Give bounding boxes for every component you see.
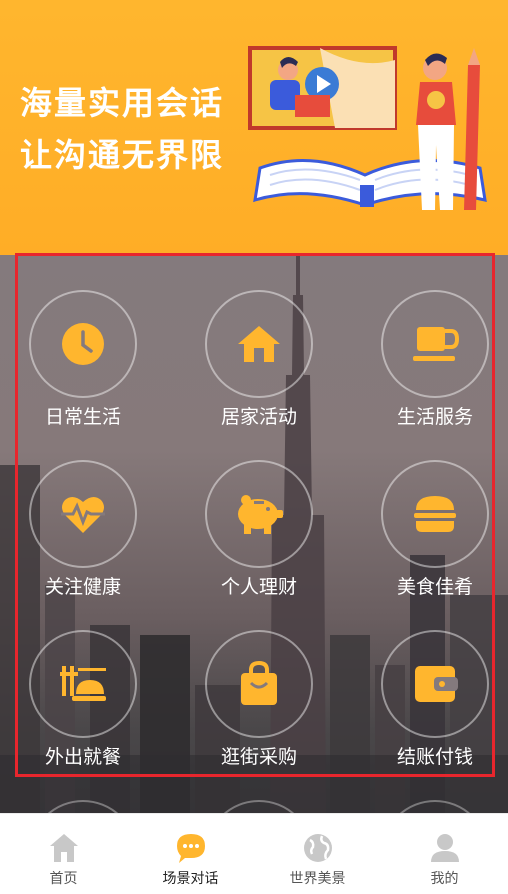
- grid-item-circle: [381, 460, 489, 568]
- wallet-icon: [415, 666, 458, 702]
- dining-icon: [60, 666, 106, 701]
- grid-item-life-services[interactable]: 生活服务: [360, 290, 508, 450]
- tab-world-scenery[interactable]: 世界美景: [254, 814, 381, 894]
- grid-item-circle: [381, 290, 489, 398]
- grid-item-label: 个人理财: [220, 576, 297, 598]
- grid-item-home-activities[interactable]: 居家活动: [184, 290, 334, 450]
- shopping-bag-icon: [241, 661, 277, 705]
- tab-mine[interactable]: 我的: [381, 814, 508, 894]
- banner-illustration: [248, 46, 487, 210]
- globe-icon: [304, 834, 332, 862]
- grid-item-food[interactable]: 美食佳肴: [360, 460, 508, 620]
- banner[interactable]: 海量实用会话 让沟通无界限: [0, 0, 508, 255]
- grid-item-label: 美食佳肴: [396, 576, 473, 598]
- grid-item-circle: [29, 460, 137, 568]
- burger-icon: [414, 496, 456, 532]
- grid-item-circle: [205, 290, 313, 398]
- grid-item-label: 生活服务: [396, 406, 473, 428]
- tab-label: 场景对话: [162, 871, 219, 887]
- grid-item-checkout[interactable]: 结账付钱: [360, 630, 508, 790]
- grid-item-circle: [381, 630, 489, 738]
- grid-item-health[interactable]: 关注健康: [8, 460, 158, 620]
- chat-bubble-icon: [177, 834, 205, 863]
- grid-item-circle: [205, 630, 313, 738]
- grid-item-label: 外出就餐: [44, 746, 121, 768]
- grid-item-label: 结账付钱: [396, 746, 473, 768]
- heartbeat-icon: [61, 496, 105, 533]
- banner-slogan-line2: 让沟通无界限: [20, 136, 225, 174]
- tab-scene-dialogue[interactable]: 场景对话: [127, 814, 254, 894]
- grid-item-label: 居家活动: [220, 406, 297, 428]
- home-icon: [50, 834, 78, 862]
- tab-label: 世界美景: [289, 871, 346, 887]
- tab-home[interactable]: 首页: [0, 814, 127, 894]
- grid-item-circle: [205, 460, 313, 568]
- grid-item-dining-out[interactable]: 外出就餐: [8, 630, 158, 790]
- coffee-cup-icon: [413, 327, 459, 361]
- grid-item-shopping[interactable]: 逛街采购: [184, 630, 334, 790]
- bottom-tab-bar: 首页 场景对话 世界美景 我的: [0, 813, 508, 894]
- piggy-bank-icon: [238, 495, 283, 534]
- grid-item-finance[interactable]: 个人理财: [184, 460, 334, 620]
- grid-item-daily-life[interactable]: 日常生活: [8, 290, 158, 450]
- grid-item-label: 日常生活: [44, 406, 121, 428]
- grid-item-circle: [29, 290, 137, 398]
- grid-item-circle: [29, 630, 137, 738]
- banner-slogan-line1: 海量实用会话: [20, 84, 225, 122]
- house-icon: [238, 326, 280, 362]
- clock-icon: [62, 323, 104, 365]
- tab-label: 我的: [430, 871, 459, 887]
- user-icon: [431, 834, 459, 862]
- grid-item-label: 逛街采购: [220, 746, 297, 768]
- grid-item-label: 关注健康: [44, 576, 121, 598]
- tab-label: 首页: [49, 871, 78, 887]
